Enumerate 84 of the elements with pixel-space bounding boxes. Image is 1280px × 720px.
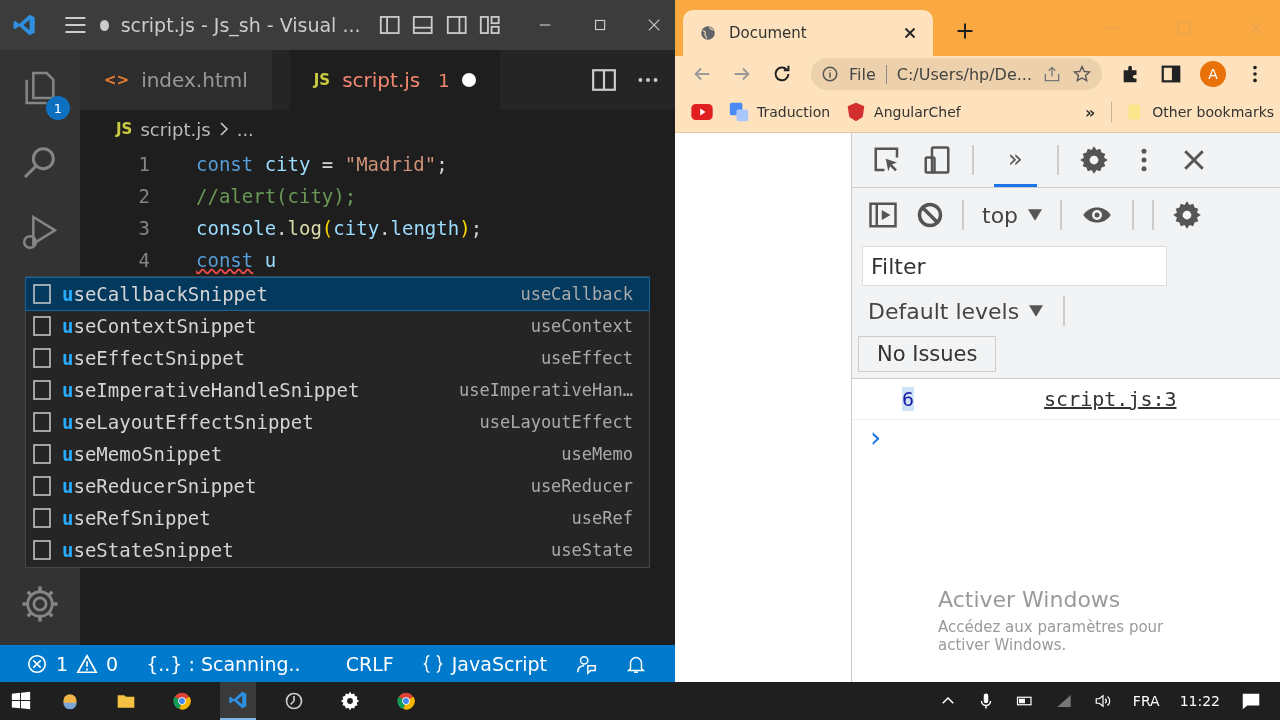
clock-time[interactable]: 11:22 xyxy=(1179,693,1220,709)
error-count[interactable]: 1 xyxy=(56,652,69,675)
console-prompt[interactable]: › xyxy=(852,420,1280,456)
shield-icon xyxy=(846,102,867,122)
plus-icon[interactable] xyxy=(955,21,975,41)
browser-icon xyxy=(396,691,416,711)
code-editor-icon xyxy=(228,690,248,710)
snippet-icon xyxy=(32,476,52,496)
editor-tab[interactable]: JS script.js 1 xyxy=(289,50,500,110)
log-value: 6 xyxy=(902,387,915,411)
settings-icon[interactable] xyxy=(1172,200,1203,230)
line-number: 3 xyxy=(137,217,151,239)
filter-field[interactable]: Filter xyxy=(862,246,1167,286)
translate-icon xyxy=(729,102,749,122)
star-icon xyxy=(1072,64,1093,84)
browser-tab[interactable]: Document xyxy=(683,10,933,56)
snippet-icon xyxy=(32,444,52,464)
gear-icon xyxy=(340,691,360,711)
windows-start-icon[interactable] xyxy=(10,690,32,712)
suggestion-item[interactable]: useLayoutEffectSnippet useLayoutEffect xyxy=(26,406,649,438)
snippet-icon xyxy=(32,508,52,528)
address-bar[interactable]: File C:/Users/hp/De... xyxy=(811,58,1103,90)
bookmark-item[interactable]: AngularChef xyxy=(846,102,961,122)
chevron-right-icon xyxy=(218,121,229,137)
suggestion-item[interactable]: useRefSnippet useRef xyxy=(26,502,649,534)
info-icon xyxy=(821,65,839,83)
line-number: 1 xyxy=(137,153,151,175)
breadcrumb-item[interactable]: script.js xyxy=(140,118,211,140)
activation-title: Activer Windows xyxy=(938,587,1122,612)
context-dropdown[interactable]: top xyxy=(982,202,1043,228)
code-line: const city = "Madrid"; xyxy=(196,153,448,175)
input-language[interactable]: FRA xyxy=(1132,693,1160,709)
run-debug-icon[interactable] xyxy=(20,212,60,252)
suggestion-item[interactable]: useReducerSnippet useReducer xyxy=(26,470,649,502)
levels-dropdown[interactable]: Default levels xyxy=(868,298,1044,324)
bookmark-folder[interactable]: Other bookmarks xyxy=(1111,102,1275,122)
suggestion-item[interactable]: useContextSnippet useContext xyxy=(26,310,649,342)
browser-icon xyxy=(172,691,192,711)
line-number: 2 xyxy=(137,185,151,207)
suggestion-item[interactable]: useEffectSnippet useEffect xyxy=(26,342,649,374)
settings-icon[interactable] xyxy=(1078,145,1109,175)
suggestion-item[interactable]: useCallbackSnippet useCallback xyxy=(26,278,649,310)
error-icon[interactable] xyxy=(26,652,48,675)
status-item[interactable]: {..} : Scanning.. xyxy=(146,652,301,675)
split-editor-icon[interactable] xyxy=(591,67,617,93)
snippet-icon xyxy=(32,412,52,432)
snippet-icon xyxy=(32,284,52,304)
sun-cloud-icon xyxy=(60,691,80,711)
snippet-icon xyxy=(32,540,52,560)
suggestion-item[interactable]: useStateSnippet useState xyxy=(26,534,649,566)
globe-icon xyxy=(699,24,717,42)
line-number: 4 xyxy=(137,249,151,271)
clock-icon xyxy=(284,691,304,711)
code-line: const u xyxy=(196,249,277,271)
status-item[interactable]: CRLF xyxy=(345,652,394,675)
breadcrumb-item[interactable]: ... xyxy=(236,118,254,140)
activation-text: Accédez aux paramètres pour activer Windows. xyxy=(938,618,1165,654)
bookmark-item[interactable]: Traduction xyxy=(729,102,831,122)
more-panels-tab[interactable]: » xyxy=(994,133,1037,187)
sidebar-toggle-icon[interactable] xyxy=(868,200,898,230)
editor-tab[interactable]: <> index.html xyxy=(80,50,272,110)
clear-console-icon[interactable] xyxy=(916,201,944,229)
suggestion-item[interactable]: useImperativeHandleSnippet useImperativeHan… xyxy=(26,374,649,406)
warning-icon[interactable] xyxy=(76,652,99,675)
js-file-icon: JS xyxy=(116,120,133,138)
braces-icon xyxy=(421,652,444,675)
language-mode[interactable]: JavaScript xyxy=(451,652,547,675)
issues-button[interactable]: No Issues xyxy=(858,336,997,372)
notification-badge: 1 xyxy=(46,96,70,120)
snippet-icon xyxy=(32,348,52,368)
caret-down-icon xyxy=(1029,305,1044,317)
video-play-icon[interactable] xyxy=(691,104,713,120)
code-line: //alert(city); xyxy=(196,185,357,207)
snippet-icon xyxy=(32,380,52,400)
source-link[interactable]: script.js:3 xyxy=(1044,387,1177,411)
caret-down-icon xyxy=(1028,209,1043,221)
warning-count[interactable]: 0 xyxy=(106,652,119,675)
window-title: script.js - Js_sh - Visual ... xyxy=(120,14,361,36)
code-line: console.log(city.length); xyxy=(196,217,483,239)
suggestion-item[interactable]: useMemoSnippet useMemo xyxy=(26,438,649,470)
snippet-icon xyxy=(32,316,52,336)
more-bookmarks[interactable]: » xyxy=(1085,102,1096,122)
device-toolbar-icon[interactable] xyxy=(922,145,952,175)
side-panel-icon[interactable] xyxy=(1160,63,1183,85)
